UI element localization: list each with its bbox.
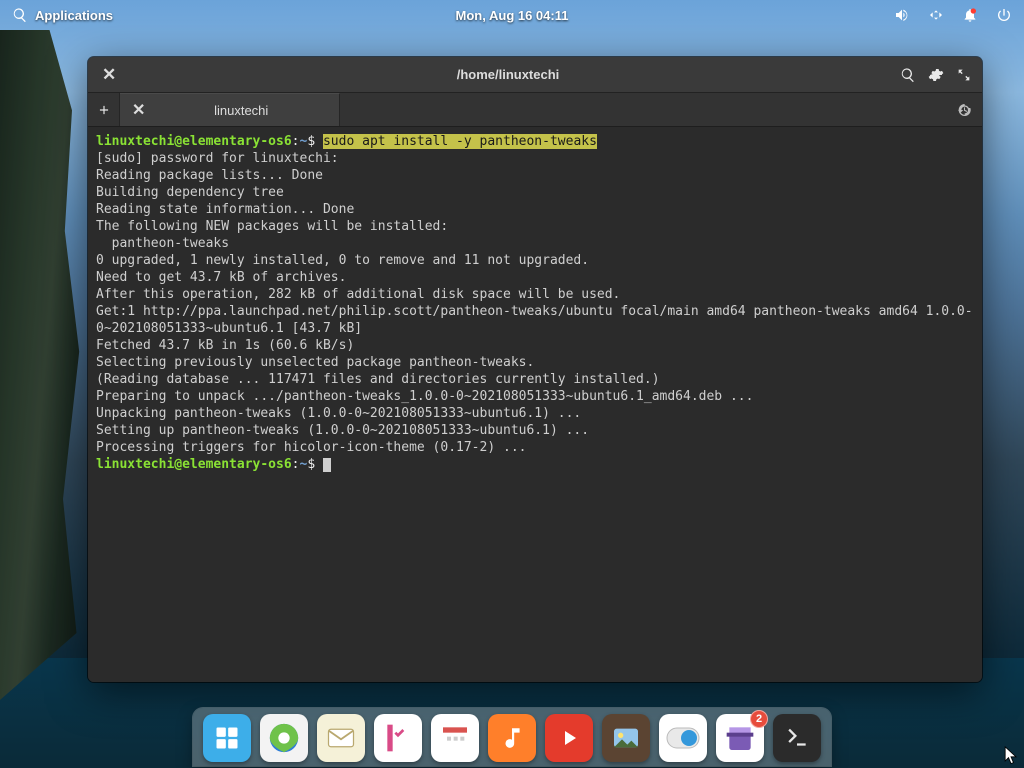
tab-linuxtechi[interactable]: ✕ linuxtechi — [120, 93, 340, 126]
history-button[interactable] — [946, 93, 982, 126]
dock-settings[interactable] — [659, 714, 707, 762]
applications-label: Applications — [35, 8, 113, 23]
network-indicator[interactable] — [928, 7, 944, 23]
tab-label: linuxtechi — [155, 103, 327, 118]
settings-button[interactable] — [928, 67, 944, 83]
new-tab-button[interactable] — [88, 93, 120, 126]
volume-icon — [894, 7, 910, 23]
maximize-button[interactable] — [956, 67, 972, 83]
update-badge: 2 — [750, 710, 768, 728]
search-icon — [900, 67, 916, 83]
session-indicator[interactable] — [996, 7, 1012, 23]
power-icon — [996, 7, 1012, 23]
applications-menu[interactable]: Applications — [12, 7, 113, 23]
network-icon — [928, 7, 944, 23]
search-icon — [12, 7, 28, 23]
dock-calendar[interactable] — [431, 714, 479, 762]
terminal-content[interactable]: linuxtechi@elementary-os6:~$ sudo apt in… — [88, 127, 982, 682]
terminal-window: ✕ /home/linuxtechi ✕ linuxtechi linuxtec… — [88, 57, 982, 682]
clock-text: Mon, Aug 16 04:11 — [456, 8, 569, 23]
top-panel: Applications Mon, Aug 16 04:11 — [0, 0, 1024, 30]
dock: 2 — [193, 708, 831, 766]
history-icon — [956, 102, 972, 118]
plus-icon — [97, 103, 111, 117]
notifications-indicator[interactable] — [962, 7, 978, 23]
dock-web-browser[interactable] — [260, 714, 308, 762]
tab-bar: ✕ linuxtechi — [88, 93, 982, 127]
dock-mail[interactable] — [317, 714, 365, 762]
mouse-cursor — [1004, 746, 1018, 766]
dock-tasks[interactable] — [374, 714, 422, 762]
dock-music[interactable] — [488, 714, 536, 762]
gear-icon — [928, 67, 944, 83]
dock-photos[interactable] — [602, 714, 650, 762]
terminal-cursor — [323, 458, 331, 472]
dock-videos[interactable] — [545, 714, 593, 762]
clock[interactable]: Mon, Aug 16 04:11 — [456, 8, 569, 23]
tab-close-button[interactable]: ✕ — [132, 100, 145, 120]
window-close-button[interactable]: ✕ — [98, 65, 116, 85]
dock-terminal[interactable] — [773, 714, 821, 762]
window-title: /home/linuxtechi — [128, 67, 888, 82]
dock-appcenter[interactable]: 2 — [716, 714, 764, 762]
sound-indicator[interactable] — [894, 7, 910, 23]
search-button[interactable] — [900, 67, 916, 83]
dock-multitasking[interactable] — [203, 714, 251, 762]
titlebar[interactable]: ✕ /home/linuxtechi — [88, 57, 982, 93]
wallpaper-cliff — [0, 30, 90, 700]
maximize-icon — [956, 67, 972, 83]
bell-icon — [962, 7, 978, 23]
